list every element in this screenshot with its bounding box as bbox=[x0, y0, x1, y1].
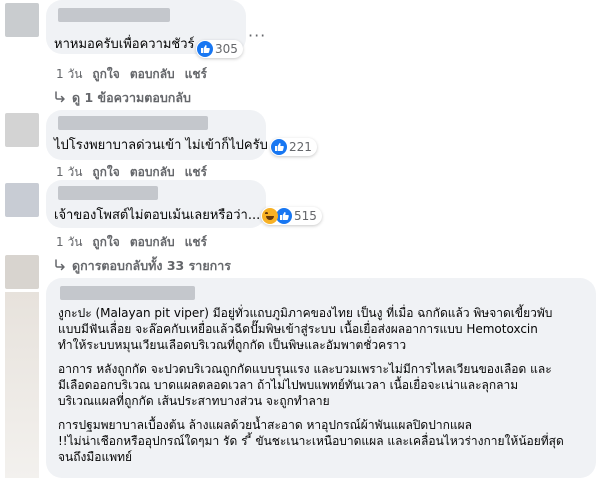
comment-timestamp[interactable]: 1 วัน bbox=[56, 233, 82, 252]
paragraph-first-aid: การปฐมพยาบาลเบื้องต้น ล้างแผลด้วยน้ำสะอา… bbox=[58, 417, 564, 465]
paragraph-symptoms: อาการ หลังถูกกัด จะปวดบริเวณถูกกัดแบบรุน… bbox=[58, 361, 564, 409]
comment-text: หาหมอครับเพื่อความชัวร์ bbox=[54, 37, 195, 52]
reply-arrow-icon bbox=[54, 258, 66, 274]
text-line: อาการ หลังถูกกัด จะปวดบริเวณถูกกัดแบบรุน… bbox=[58, 362, 552, 376]
reply-arrow-icon bbox=[54, 90, 66, 106]
like-button[interactable]: ถูกใจ bbox=[92, 65, 119, 84]
reaction-count-value: 221 bbox=[289, 140, 312, 154]
reaction-count-value: 305 bbox=[215, 42, 238, 56]
reaction-count[interactable]: 221 bbox=[270, 138, 317, 156]
text-line: การปฐมพยาบาลเบื้องต้น ล้างแผลด้วยน้ำสะอา… bbox=[58, 418, 472, 432]
avatar-edge-strip bbox=[5, 292, 39, 478]
view-replies-label: ดู 1 ข้อความตอบกลับ bbox=[72, 90, 191, 105]
text-line: แบบมีฟันเลื่อย จะล๊อคกับเหยื่อแล้วฉีดปั๊… bbox=[58, 322, 538, 336]
commenter-name-redacted[interactable] bbox=[58, 8, 170, 22]
view-replies-link[interactable]: ดู 1 ข้อความตอบกลับ bbox=[54, 88, 191, 108]
text-line: !!ไม่น่าเชือกหรืออุปกรณ์ใดๆมา รัด ร ี้ ข… bbox=[58, 434, 564, 448]
commenter-avatar[interactable] bbox=[5, 255, 39, 289]
reaction-count[interactable]: 515 bbox=[261, 207, 322, 225]
like-button[interactable]: ถูกใจ bbox=[92, 233, 119, 252]
comment-text: ไปโรงพยาบาลด่วนเข้า ไม่เข้าก็ไปครับ bbox=[54, 138, 268, 153]
text-line: มีเลือดออกบริเวณ บาดแผลตลอดเวลา ถ้าไม่ไป… bbox=[58, 378, 519, 392]
commenter-name-redacted[interactable] bbox=[58, 116, 208, 130]
commenter-name-redacted[interactable] bbox=[60, 286, 195, 300]
commenter-avatar[interactable] bbox=[5, 113, 39, 147]
text-line: บริเวณแผลที่ถูกกัด เส้นประสาทบางส่วน จะถ… bbox=[58, 394, 330, 408]
comment-actions: 1 วัน ถูกใจ ตอบกลับ แชร์ bbox=[56, 233, 207, 252]
reaction-count[interactable]: 305 bbox=[196, 40, 243, 58]
comment-bubble: ไปโรงพยาบาลด่วนเข้า ไม่เข้าก็ไปครับ bbox=[46, 110, 268, 160]
comment-text: งูกะปะ (Malayan pit viper) มีอยู่ทั่วแถบ… bbox=[58, 305, 564, 473]
more-options-icon[interactable]: ··· bbox=[248, 26, 266, 45]
commenter-avatar[interactable] bbox=[5, 3, 39, 37]
paragraph-species: งูกะปะ (Malayan pit viper) มีอยู่ทั่วแถบ… bbox=[58, 305, 564, 353]
text-line: จนถึงมือแพทย์ bbox=[58, 450, 133, 464]
share-button[interactable]: แชร์ bbox=[185, 233, 207, 252]
like-reaction-icon bbox=[197, 41, 213, 57]
share-button[interactable]: แชร์ bbox=[185, 65, 207, 84]
view-replies-label: ดูการตอบกลับทั้ง 33 รายการ bbox=[72, 258, 231, 273]
comment-text: เจ้าของโพสต์ไม่ตอบเม้นเลยหรือว่า... bbox=[54, 208, 261, 223]
comment-bubble: งูกะปะ (Malayan pit viper) มีอยู่ทั่วแถบ… bbox=[46, 278, 596, 478]
reply-button[interactable]: ตอบกลับ bbox=[130, 65, 175, 84]
like-reaction-icon bbox=[271, 139, 287, 155]
text-line: ทำให้ระบบหมุนเวียนเลือดบริเวณที่ถูกกัด เ… bbox=[58, 338, 407, 352]
reaction-count-value: 515 bbox=[294, 209, 317, 223]
haha-reaction-icon bbox=[262, 208, 278, 224]
reply-button[interactable]: ตอบกลับ bbox=[130, 233, 175, 252]
comment-actions: 1 วัน ถูกใจ ตอบกลับ แชร์ bbox=[56, 65, 207, 84]
view-replies-link[interactable]: ดูการตอบกลับทั้ง 33 รายการ bbox=[54, 256, 231, 276]
text-line: งูกะปะ (Malayan pit viper) มีอยู่ทั่วแถบ… bbox=[58, 306, 553, 320]
commenter-name-redacted[interactable] bbox=[58, 186, 158, 200]
comment-bubble: เจ้าของโพสต์ไม่ตอบเม้นเลยหรือว่า... bbox=[46, 180, 266, 228]
commenter-avatar[interactable] bbox=[5, 183, 39, 217]
comment-timestamp[interactable]: 1 วัน bbox=[56, 65, 82, 84]
like-reaction-icon bbox=[276, 208, 292, 224]
